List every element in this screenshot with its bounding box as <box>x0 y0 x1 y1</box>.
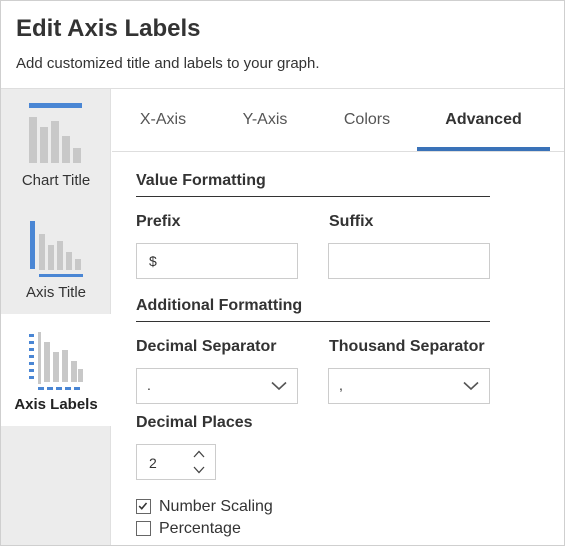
edit-axis-labels-dialog: Edit Axis Labels Add customized title an… <box>0 0 565 546</box>
prefix-input[interactable] <box>136 243 298 279</box>
sidebar-item-label: Axis Title <box>25 284 86 301</box>
sidebar-item-axis-title[interactable]: Axis Title <box>1 201 111 313</box>
decimal-separator-label: Decimal Separator <box>136 338 277 355</box>
dialog-subtitle: Add customized title and labels to your … <box>16 55 320 72</box>
axis-title-icon <box>30 221 83 277</box>
decimal-separator-value: . <box>147 377 151 393</box>
sidebar-item-label: Chart Title <box>21 172 91 189</box>
number-scaling-checkbox[interactable] <box>136 499 151 514</box>
axis-labels-icon <box>29 332 83 390</box>
chevron-down-icon <box>271 381 287 391</box>
decimal-places-label: Decimal Places <box>136 414 253 431</box>
chevron-up-icon[interactable] <box>193 450 205 458</box>
tab-advanced[interactable]: Advanced <box>417 89 550 152</box>
sidebar-item-axis-labels[interactable]: Axis Labels <box>1 314 112 426</box>
decimal-places-value: 2 <box>149 455 157 471</box>
suffix-label: Suffix <box>329 213 374 230</box>
number-scaling-label: Number Scaling <box>159 498 273 515</box>
thousand-separator-select[interactable]: , <box>328 368 490 404</box>
chevron-down-icon[interactable] <box>193 466 205 474</box>
dialog-title: Edit Axis Labels <box>16 15 201 42</box>
tab-x-axis[interactable]: X-Axis <box>126 89 200 152</box>
suffix-input[interactable] <box>328 243 490 279</box>
thousand-separator-value: , <box>339 377 343 393</box>
checkmark-icon <box>138 502 148 510</box>
sidebar-item-chart-title[interactable]: Chart Title <box>1 89 111 201</box>
thousand-separator-label: Thousand Separator <box>329 338 485 355</box>
section-divider <box>136 196 490 197</box>
section-divider <box>136 321 490 322</box>
percentage-label: Percentage <box>159 520 241 537</box>
tab-y-axis[interactable]: Y-Axis <box>228 89 302 152</box>
chart-title-icon <box>29 103 82 163</box>
additional-formatting-heading: Additional Formatting <box>136 297 303 314</box>
dialog-header: Edit Axis Labels Add customized title an… <box>1 1 564 89</box>
prefix-label: Prefix <box>136 213 181 230</box>
percentage-checkbox[interactable] <box>136 521 151 536</box>
chevron-down-icon <box>463 381 479 391</box>
value-formatting-heading: Value Formatting <box>136 172 266 189</box>
decimal-places-stepper[interactable]: 2 <box>136 444 216 480</box>
decimal-separator-select[interactable]: . <box>136 368 298 404</box>
sidebar-item-label: Axis Labels <box>14 396 98 413</box>
sidebar: Chart Title Axis Title Axis Labels <box>1 89 112 545</box>
active-tab-indicator <box>417 147 550 151</box>
tab-colors[interactable]: Colors <box>330 89 404 152</box>
tab-bar: X-Axis Y-Axis Colors Advanced <box>112 89 564 152</box>
